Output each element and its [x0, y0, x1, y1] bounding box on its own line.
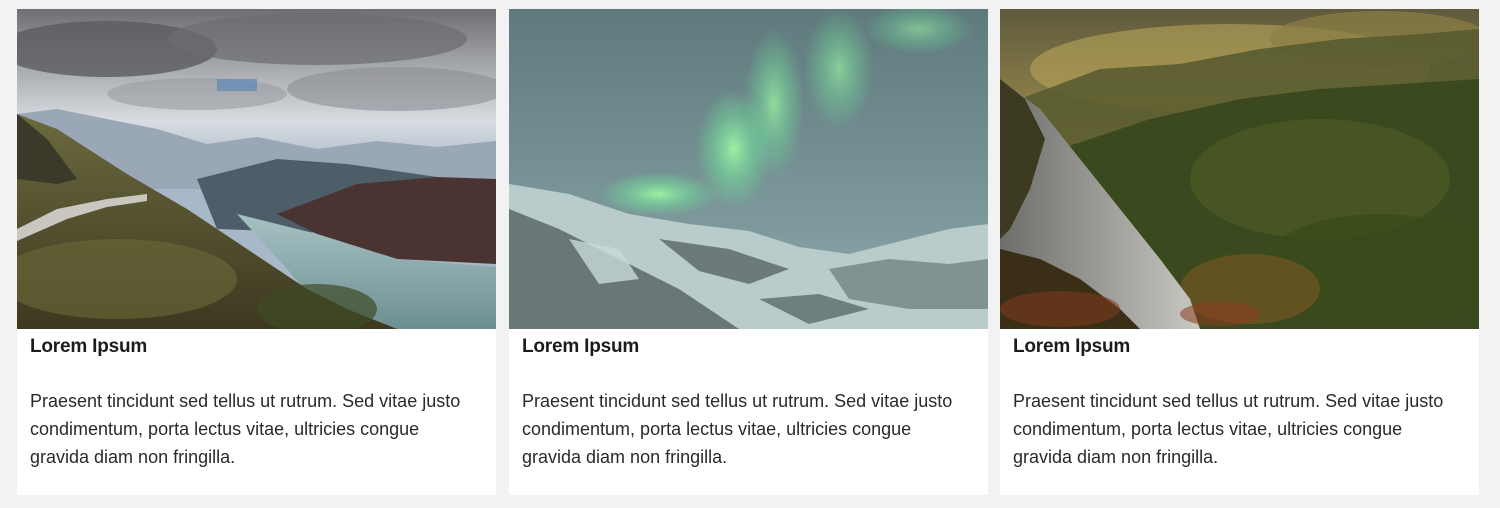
card-3[interactable]: Lorem Ipsum Praesent tincidunt sed tellu… [1000, 9, 1479, 495]
card-text: Praesent tincidunt sed tellus ut rutrum.… [522, 391, 953, 467]
card-2[interactable]: Lorem Ipsum Praesent tincidunt sed tellu… [509, 9, 988, 495]
mountain-lake-photo [17, 9, 496, 329]
card-grid: Lorem Ipsum Praesent tincidunt sed tellu… [0, 0, 1500, 508]
card-title: Lorem Ipsum [1013, 336, 1131, 357]
card-text: Praesent tincidunt sed tellus ut rutrum.… [30, 391, 461, 467]
card-title: Lorem Ipsum [30, 336, 148, 357]
northern-lights-photo [509, 9, 988, 329]
forest-valley-photo [1000, 9, 1479, 329]
card-1[interactable]: Lorem Ipsum Praesent tincidunt sed tellu… [17, 9, 496, 495]
card-title: Lorem Ipsum [522, 336, 640, 357]
card-text: Praesent tincidunt sed tellus ut rutrum.… [1013, 391, 1444, 467]
